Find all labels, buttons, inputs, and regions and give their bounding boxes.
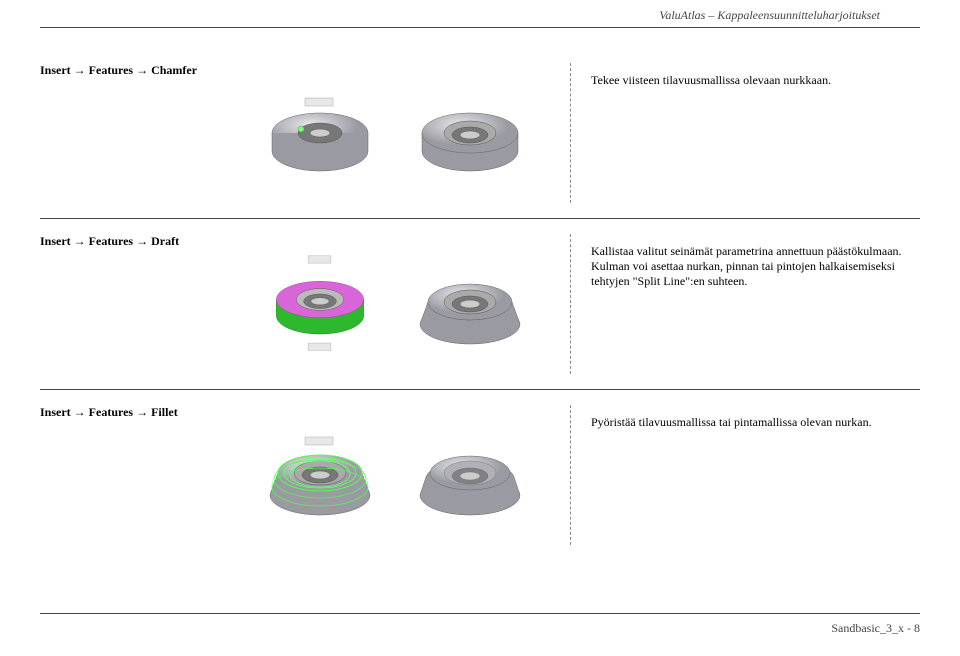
description-label: Tekee viisteen tilavuusmallissa olevaan … bbox=[570, 63, 920, 203]
feature-row-fillet: Insert → Features → Fillet bbox=[40, 390, 920, 560]
feature-row-draft: Insert → Features → Draft bbox=[40, 219, 920, 390]
fillet-after-illustration bbox=[405, 425, 535, 525]
chamfer-before-illustration bbox=[255, 83, 385, 183]
command-label: Insert → Features → Chamfer bbox=[40, 63, 220, 203]
footer-text: Sandbasic_3_x - 8 bbox=[831, 621, 920, 635]
illustration-cell bbox=[220, 63, 570, 203]
feature-row-chamfer: Insert → Features → Chamfer bbox=[40, 48, 920, 219]
fillet-before-illustration bbox=[255, 425, 385, 525]
illustration-cell bbox=[220, 234, 570, 374]
page-header: ValuAtlas – Kappaleensuunnitteluharjoitu… bbox=[40, 0, 920, 28]
draft-before-illustration bbox=[255, 254, 385, 354]
description-label: Pyöristää tilavuusmallissa tai pintamall… bbox=[570, 405, 920, 545]
draft-after-illustration bbox=[405, 254, 535, 354]
command-label: Insert → Features → Draft bbox=[40, 234, 220, 374]
chamfer-after-illustration bbox=[405, 83, 535, 183]
description-label: Kallistaa valitut seinämät parametrina a… bbox=[570, 234, 920, 374]
command-label: Insert → Features → Fillet bbox=[40, 405, 220, 545]
content-area: Insert → Features → Chamfer bbox=[0, 28, 960, 560]
illustration-cell bbox=[220, 405, 570, 545]
page-footer: Sandbasic_3_x - 8 bbox=[831, 621, 920, 636]
